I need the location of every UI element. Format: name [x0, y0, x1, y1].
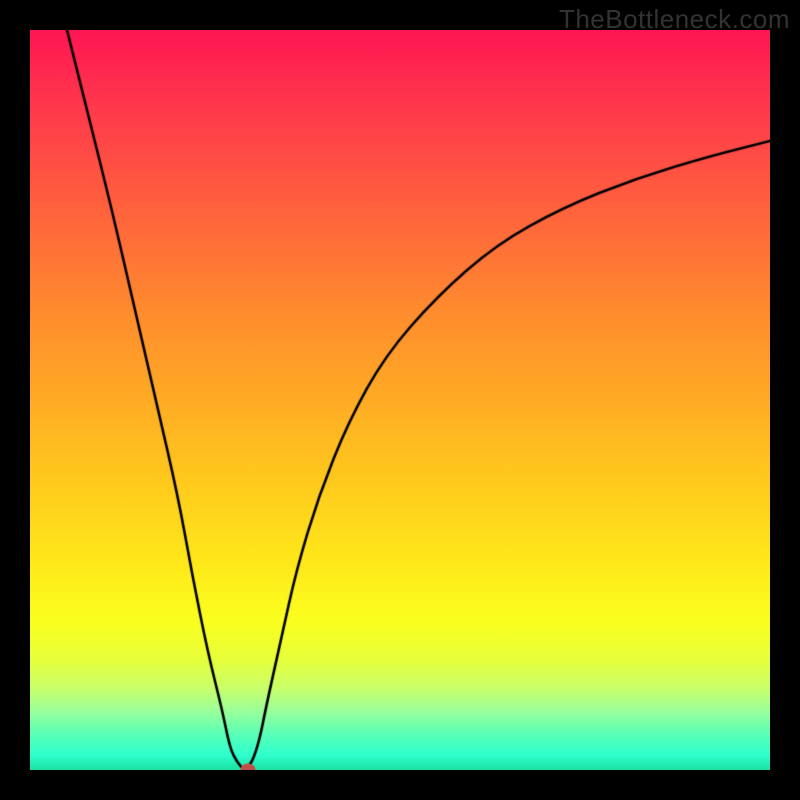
- optimal-point-marker: [241, 764, 256, 771]
- plot-area: [30, 30, 770, 770]
- watermark-text: TheBottleneck.com: [559, 4, 790, 35]
- bottleneck-curve: [30, 30, 770, 770]
